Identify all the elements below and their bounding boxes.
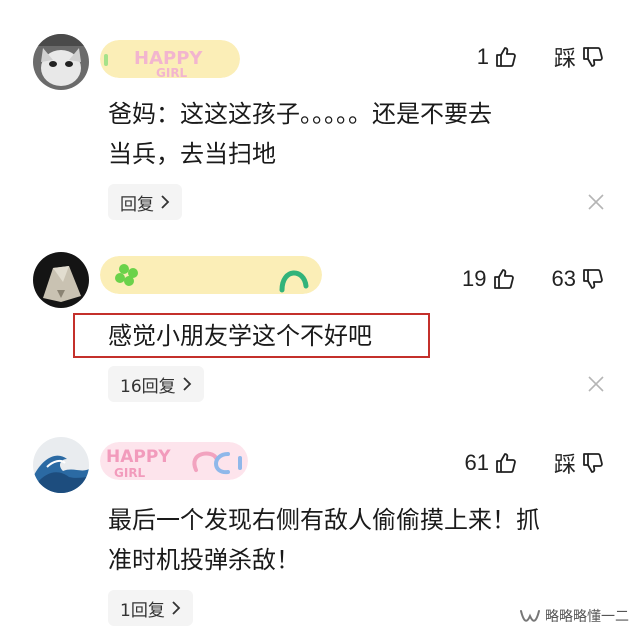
dislike-label: 踩 bbox=[553, 453, 576, 478]
svg-text:GIRL: GIRL bbox=[114, 466, 146, 480]
svg-text:GIRL: GIRL bbox=[156, 66, 188, 78]
comment-1-actions: 1 踩 bbox=[477, 37, 605, 77]
like-count: 61 bbox=[464, 450, 489, 475]
comment-3-actions: 61 踩 bbox=[465, 443, 606, 483]
reply-label: 回复 bbox=[120, 194, 154, 215]
reply-button[interactable]: 回复 bbox=[108, 184, 182, 220]
chevron-right-icon bbox=[171, 601, 181, 615]
thumbs-up-icon[interactable] bbox=[492, 267, 516, 291]
happy-girl-sticker: HAPPY GIRL bbox=[100, 442, 248, 480]
svg-text:HAPPY: HAPPY bbox=[106, 447, 171, 467]
comment-text-line: 爸妈：这这这孩子。。。。。还是不要去 bbox=[108, 100, 492, 128]
dislike-count: 63 bbox=[551, 266, 576, 291]
cat-avatar[interactable] bbox=[33, 34, 89, 90]
sculpture-avatar[interactable] bbox=[33, 252, 89, 308]
close-icon[interactable] bbox=[587, 375, 605, 393]
reply-label: 16回复 bbox=[120, 376, 176, 397]
comment-text-line: 当兵，去当扫地 bbox=[108, 140, 276, 168]
chevron-right-icon bbox=[182, 377, 192, 391]
dislike-label: 踩 bbox=[553, 47, 576, 72]
thumbs-down-icon[interactable] bbox=[581, 451, 605, 475]
comment-text-line: 最后一个发现右侧有敌人偷偷摸上来！抓 bbox=[108, 506, 540, 534]
wave-avatar[interactable] bbox=[33, 437, 89, 493]
wechat-channel-icon bbox=[519, 607, 541, 625]
reply-label: 1回复 bbox=[120, 600, 165, 621]
clover-sticker bbox=[100, 256, 322, 294]
comment-text-line: 准时机投弹杀敌！ bbox=[108, 546, 300, 574]
like-count: 19 bbox=[462, 266, 487, 291]
happy-girl-sticker: HAPPY GIRL bbox=[100, 40, 240, 78]
highlight-box bbox=[73, 313, 430, 358]
chevron-right-icon bbox=[160, 195, 170, 209]
like-count: 1 bbox=[476, 44, 489, 69]
reply-button[interactable]: 1回复 bbox=[108, 590, 193, 626]
comment-2-actions: 19 63 bbox=[462, 259, 605, 299]
comment-text: 最后一个发现右侧有敌人偷偷摸上来！抓 准时机投弹杀敌！ bbox=[108, 500, 608, 580]
reply-button[interactable]: 16回复 bbox=[108, 366, 204, 402]
comment-text: 爸妈：这这这孩子。。。。。还是不要去 当兵，去当扫地 bbox=[108, 94, 608, 174]
thumbs-up-icon[interactable] bbox=[494, 45, 518, 69]
thumbs-down-icon[interactable] bbox=[581, 267, 605, 291]
watermark-text: 略略略懂一二 bbox=[545, 609, 629, 625]
thumbs-up-icon[interactable] bbox=[494, 451, 518, 475]
close-icon[interactable] bbox=[587, 193, 605, 211]
thumbs-down-icon[interactable] bbox=[581, 45, 605, 69]
watermark: 略略略懂一二 bbox=[519, 606, 629, 626]
